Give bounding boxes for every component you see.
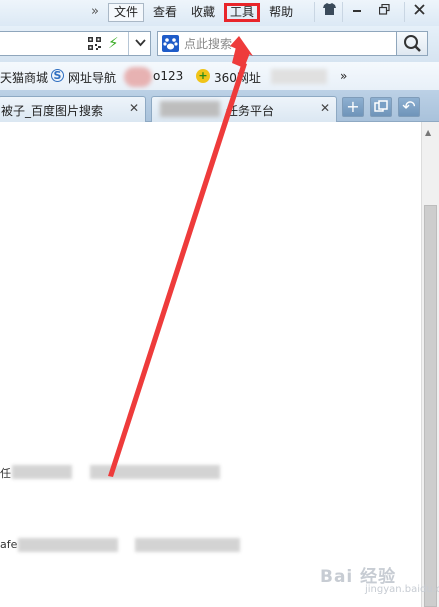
tab-close-icon[interactable]: ✕: [129, 101, 139, 115]
plus-circle-icon: +: [196, 69, 210, 83]
minimize-icon: [353, 10, 361, 12]
tab-label: 任务平台: [226, 104, 275, 118]
blurred-text: [90, 465, 220, 479]
blurred-text: [12, 465, 72, 479]
scrollbar-thumb[interactable]: [424, 205, 437, 607]
bookmark-360[interactable]: 360网址: [214, 69, 261, 86]
blurred-text: [18, 538, 118, 552]
title-bar: » 文件 查看 收藏 工具 帮助: [0, 0, 439, 26]
bookmark-url-nav[interactable]: 网址导航: [68, 69, 116, 86]
tab-task-platform[interactable]: 任务平台 ✕: [151, 96, 337, 122]
windows-icon: [374, 100, 388, 112]
blurred-text: [135, 538, 240, 552]
bookmarks-bar: 天猫商城 S 网址导航 o123 + 360网址 »: [0, 62, 439, 90]
new-tab-button[interactable]: +: [342, 97, 364, 117]
menu-file[interactable]: 文件: [108, 3, 145, 22]
bookmark-tmall[interactable]: 天猫商城: [0, 69, 48, 86]
restore-icon: [378, 3, 390, 15]
search-button[interactable]: [397, 31, 428, 56]
search-box: [157, 31, 397, 56]
menu-favorites[interactable]: 收藏: [186, 3, 220, 22]
vertical-scrollbar[interactable]: ▲: [421, 122, 439, 607]
paw-icon[interactable]: [162, 35, 179, 52]
menu-view[interactable]: 查看: [148, 3, 182, 22]
restore-window-button[interactable]: [370, 97, 392, 117]
close-icon: [413, 4, 425, 15]
menu-overflow-chevron[interactable]: »: [91, 4, 99, 19]
menu-bar: 文件 查看 收藏 工具 帮助: [108, 3, 302, 22]
blurred-tab-icon: [160, 101, 220, 117]
minimize-button[interactable]: [342, 2, 371, 22]
address-dropdown-button[interactable]: [128, 32, 151, 55]
bookmarks-overflow-chevron[interactable]: »: [340, 69, 347, 83]
chevron-down-icon: [134, 39, 146, 47]
text-fragment: afe: [0, 538, 18, 551]
blurred-bookmark-icon: [124, 67, 152, 87]
navigation-bar: ⚡: [0, 26, 439, 62]
undo-close-tab-button[interactable]: ↶: [398, 97, 420, 117]
close-button[interactable]: [404, 2, 433, 22]
page-content: 任 afe: [0, 122, 421, 607]
scroll-up-arrow-icon[interactable]: ▲: [425, 128, 431, 137]
search-input[interactable]: [184, 33, 384, 54]
text-fragment: 任: [0, 467, 11, 480]
menu-tools[interactable]: 工具: [224, 3, 261, 22]
blurred-bookmark: [271, 69, 327, 84]
lightning-icon[interactable]: ⚡: [108, 35, 119, 52]
qr-code-icon[interactable]: [88, 37, 101, 50]
restore-button[interactable]: [370, 2, 398, 22]
tab-baidu-images[interactable]: 被子_百度图片搜索 ✕: [0, 96, 146, 122]
bookmark-o123[interactable]: o123: [153, 69, 183, 83]
tshirt-icon: [322, 3, 336, 15]
magnifier-icon: [404, 35, 421, 52]
tab-close-icon[interactable]: ✕: [320, 101, 330, 115]
navigation-icon: S: [51, 69, 64, 82]
menu-help[interactable]: 帮助: [264, 3, 298, 22]
tab-bar: 被子_百度图片搜索 ✕ 任务平台 ✕ + ↶: [0, 90, 439, 122]
tab-label: 被子_百度图片搜索: [1, 104, 104, 118]
address-bar[interactable]: ⚡: [0, 31, 151, 56]
skin-button[interactable]: [314, 2, 343, 22]
baidu-watermark-url: jingyan.baidu.com: [365, 584, 439, 595]
